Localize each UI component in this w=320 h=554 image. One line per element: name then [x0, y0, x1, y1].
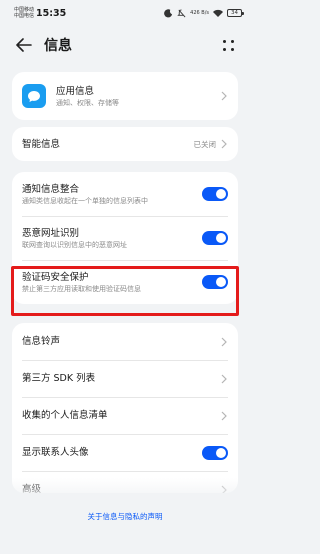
app-info-card: 应用信息 通知、权限、存储等 [12, 72, 238, 120]
setting-label: 验证码安全保护 [22, 271, 89, 283]
privacy-statement-link[interactable]: 关于信息与隐私的声明 [0, 511, 250, 522]
settings-row-malicious-url[interactable]: 恶意网址识别 联网查询以识别信息中的恶意网址 [12, 216, 238, 260]
battery-icon: 34 [227, 9, 244, 17]
smart-info-row[interactable]: 智能信息 已关闭 [12, 127, 238, 161]
do-not-disturb-icon [164, 8, 173, 17]
menu-label: 信息铃声 [22, 336, 61, 347]
battery-level: 34 [231, 10, 238, 16]
menu-item-personal-info[interactable]: 收集的个人信息清单 [12, 397, 238, 434]
scroll-fade [0, 478, 250, 506]
smart-info-card: 智能信息 已关闭 [12, 127, 238, 161]
setting-desc: 通知类信息收起在一个单独的信息列表中 [22, 196, 148, 205]
messages-app-icon [22, 84, 46, 108]
app-info-label: 应用信息 [56, 85, 95, 97]
status-icons: 426 B/s 34 [164, 8, 244, 18]
chevron-right-icon [221, 337, 227, 346]
settings-toggle-card: 通知信息整合 通知类信息收起在一个单独的信息列表中 恶意网址识别 联网查询以识别… [12, 172, 238, 304]
menu-label: 收集的个人信息清单 [22, 410, 108, 421]
menu-item-sdk-list[interactable]: 第三方 SDK 列表 [12, 360, 238, 397]
net-speed: 426 B/s [190, 10, 209, 16]
menu-card: 信息铃声 第三方 SDK 列表 收集的个人信息清单 显示联系人头像 高级 [12, 323, 238, 493]
menu-item-ringtone[interactable]: 信息铃声 [12, 323, 238, 360]
status-bar: 中国移动 中国电信 15:35 426 B/s 34 [0, 0, 250, 26]
setting-desc: 联网查询以识别信息中的恶意网址 [22, 240, 127, 249]
chevron-right-icon [221, 91, 227, 101]
back-arrow-icon [16, 38, 32, 52]
menu-label: 显示联系人头像 [22, 447, 89, 458]
more-menu-icon[interactable] [220, 37, 236, 53]
mute-icon [177, 8, 186, 17]
malicious-url-toggle[interactable] [202, 231, 228, 245]
setting-label: 通知信息整合 [22, 183, 80, 195]
back-button[interactable] [14, 35, 34, 55]
carrier-2: 中国电信 [14, 13, 35, 19]
app-info-desc: 通知、权限、存储等 [56, 98, 119, 107]
chevron-right-icon [221, 374, 227, 383]
smart-info-label: 智能信息 [22, 138, 61, 150]
app-bar: 信息 [0, 26, 250, 64]
setting-label: 恶意网址识别 [22, 227, 80, 239]
chevron-right-icon [221, 139, 227, 149]
clock: 15:35 [36, 7, 67, 19]
wifi-icon [213, 9, 223, 17]
menu-item-contact-avatar[interactable]: 显示联系人头像 [12, 434, 238, 471]
verification-code-toggle[interactable] [202, 275, 228, 289]
settings-row-notification-merge[interactable]: 通知信息整合 通知类信息收起在一个单独的信息列表中 [12, 172, 238, 216]
chevron-right-icon [221, 411, 227, 420]
notification-merge-toggle[interactable] [202, 187, 228, 201]
page-title: 信息 [44, 38, 72, 54]
smart-info-value: 已关闭 [193, 139, 217, 149]
carrier-info: 中国移动 中国电信 [14, 7, 34, 19]
app-info-row[interactable]: 应用信息 通知、权限、存储等 [12, 72, 238, 120]
settings-row-verification-code[interactable]: 验证码安全保护 禁止第三方应用读取和使用验证码信息 [12, 260, 238, 304]
setting-desc: 禁止第三方应用读取和使用验证码信息 [22, 284, 141, 293]
menu-label: 第三方 SDK 列表 [22, 373, 96, 384]
contact-avatar-toggle[interactable] [202, 445, 228, 460]
